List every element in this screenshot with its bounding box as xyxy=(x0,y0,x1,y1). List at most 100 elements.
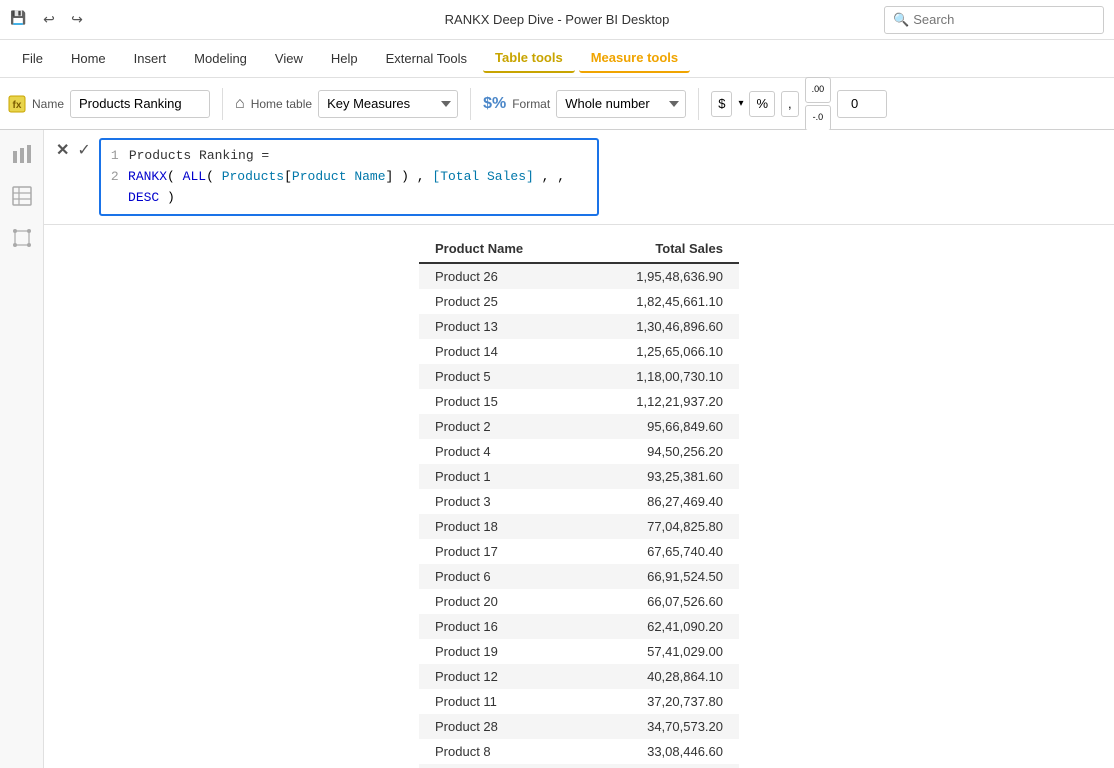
name-group: fx Name xyxy=(8,90,210,118)
line-number-1: 1 xyxy=(111,146,123,167)
formula-line-2: 2 RANKX( ALL( Products[Product Name] ) ,… xyxy=(111,167,587,209)
format-select[interactable]: Whole number Decimal number Currency Per… xyxy=(556,90,686,118)
format-icon: $% xyxy=(483,95,506,113)
col-product-name: Product Name xyxy=(419,235,580,263)
increase-decimal-button[interactable]: .00 xyxy=(805,77,832,103)
search-box[interactable]: 🔍 xyxy=(884,6,1104,34)
menubar: File Home Insert Modeling View Help Exte… xyxy=(0,40,1114,78)
formula-measure-ref: [Total Sales] xyxy=(432,169,533,184)
cell-product-name: Product 13 xyxy=(419,314,580,339)
cell-total-sales: 40,28,864.10 xyxy=(580,664,739,689)
cell-total-sales: 93,25,381.60 xyxy=(580,464,739,489)
cell-product-name: Product 17 xyxy=(419,539,580,564)
table-row: Product 4 94,50,256.20 xyxy=(419,439,739,464)
cell-total-sales: 95,66,849.60 xyxy=(580,414,739,439)
divider-3 xyxy=(698,88,699,120)
sidebar-item-report[interactable] xyxy=(8,140,36,168)
formula-cancel-button[interactable]: ✕ xyxy=(56,140,69,160)
comma-button[interactable]: , xyxy=(781,91,799,117)
cell-total-sales: 66,07,526.60 xyxy=(580,589,739,614)
cell-product-name: Product 14 xyxy=(419,339,580,364)
menu-item-modeling[interactable]: Modeling xyxy=(182,45,259,72)
cell-product-name: Product 11 xyxy=(419,689,580,714)
table-row: Product 17 67,65,740.40 xyxy=(419,539,739,564)
table-row: Product 11 37,20,737.80 xyxy=(419,689,739,714)
line-number-2: 2 xyxy=(111,167,122,209)
cell-total-sales: 33,08,446.60 xyxy=(580,739,739,764)
menu-item-file[interactable]: File xyxy=(10,45,55,72)
percent-button[interactable]: % xyxy=(749,91,775,117)
save-icon[interactable]: 💾 xyxy=(10,10,30,30)
sidebar-item-table[interactable] xyxy=(8,182,36,210)
table-row: Product 26 1,95,48,636.90 xyxy=(419,263,739,289)
table-row: Product 3 86,27,469.40 xyxy=(419,489,739,514)
menu-item-home[interactable]: Home xyxy=(59,45,118,72)
home-table-group: ⌂ Home table Key Measures Products Sales xyxy=(235,90,458,118)
formula-table: Products xyxy=(222,169,284,184)
menu-item-help[interactable]: Help xyxy=(319,45,370,72)
undo-button[interactable]: ↩ xyxy=(38,9,60,31)
cell-product-name: Product 6 xyxy=(419,564,580,589)
cell-product-name: Product 26 xyxy=(419,263,580,289)
table-area: Product Name Total Sales Product 26 1,95… xyxy=(44,225,1114,768)
sidebar-item-model[interactable] xyxy=(8,224,36,252)
model-icon xyxy=(11,227,33,249)
col-total-sales: Total Sales xyxy=(580,235,739,263)
cell-total-sales: 1,25,65,066.10 xyxy=(580,339,739,364)
cell-total-sales: 77,04,825.80 xyxy=(580,514,739,539)
home-table-select[interactable]: Key Measures Products Sales xyxy=(318,90,458,118)
table-row: Product 6 66,91,524.50 xyxy=(419,564,739,589)
formula-confirm-button[interactable]: ✓ xyxy=(77,140,90,160)
cell-product-name: Product 16 xyxy=(419,614,580,639)
cell-product-name: Product 21 xyxy=(419,764,580,768)
menu-item-insert[interactable]: Insert xyxy=(122,45,179,72)
formula-measure-name: Products Ranking = xyxy=(129,146,269,167)
cell-total-sales: 62,41,090.20 xyxy=(580,614,739,639)
menu-item-external-tools[interactable]: External Tools xyxy=(374,45,479,72)
products-table: Product Name Total Sales Product 26 1,95… xyxy=(419,235,739,768)
formula-bar: ✕ ✓ 1 Products Ranking = 2 RANKX( ALL( P… xyxy=(44,130,1114,225)
table-row: Product 28 34,70,573.20 xyxy=(419,714,739,739)
cell-product-name: Product 20 xyxy=(419,589,580,614)
name-input[interactable] xyxy=(70,90,210,118)
format-label: Format xyxy=(512,97,550,111)
cell-total-sales: 57,41,029.00 xyxy=(580,639,739,664)
formula-editor[interactable]: 1 Products Ranking = 2 RANKX( ALL( Produ… xyxy=(99,138,599,216)
menu-item-measure-tools[interactable]: Measure tools xyxy=(579,44,690,73)
table-row: Product 16 62,41,090.20 xyxy=(419,614,739,639)
cell-total-sales: 1,12,21,937.20 xyxy=(580,389,739,414)
table-row: Product 19 57,41,029.00 xyxy=(419,639,739,664)
menu-item-table-tools[interactable]: Table tools xyxy=(483,44,575,73)
cell-total-sales: 67,65,740.40 xyxy=(580,539,739,564)
menu-item-view[interactable]: View xyxy=(263,45,315,72)
cell-product-name: Product 8 xyxy=(419,739,580,764)
cell-product-name: Product 12 xyxy=(419,664,580,689)
table-row: Product 8 33,08,446.60 xyxy=(419,739,739,764)
main-content: ✕ ✓ 1 Products Ranking = 2 RANKX( ALL( P… xyxy=(44,130,1114,768)
cell-total-sales: 1,82,45,661.10 xyxy=(580,289,739,314)
cell-total-sales: 1,95,48,636.90 xyxy=(580,263,739,289)
formula-all: ALL xyxy=(183,169,206,184)
redo-button[interactable]: ↪ xyxy=(66,9,88,31)
chevron-down-icon[interactable]: ▾ xyxy=(738,98,743,109)
formula-field: Product Name xyxy=(292,169,386,184)
currency-group: $ ▾ % , .00 -.0 xyxy=(711,77,887,131)
cell-product-name: Product 3 xyxy=(419,489,580,514)
divider-2 xyxy=(470,88,471,120)
table-row: Product 21 32,07,812.60 xyxy=(419,764,739,768)
cell-product-name: Product 28 xyxy=(419,714,580,739)
table-body: Product 26 1,95,48,636.90 Product 25 1,8… xyxy=(419,263,739,768)
decimal-places-input[interactable] xyxy=(837,90,887,118)
formula-rankx: RANKX xyxy=(128,169,167,184)
search-input[interactable] xyxy=(913,12,1095,27)
cell-total-sales: 32,07,812.60 xyxy=(580,764,739,768)
titlebar: 💾 ↩ ↪ RANKX Deep Dive - Power BI Desktop… xyxy=(0,0,1114,40)
table-row: Product 1 93,25,381.60 xyxy=(419,464,739,489)
report-icon xyxy=(11,143,33,165)
table-row: Product 5 1,18,00,730.10 xyxy=(419,364,739,389)
table-row: Product 12 40,28,864.10 xyxy=(419,664,739,689)
dollar-button[interactable]: $ xyxy=(711,91,732,117)
formula-body: RANKX( ALL( Products[Product Name] ) , [… xyxy=(128,167,587,209)
decrease-decimal-button[interactable]: -.0 xyxy=(805,105,832,131)
table-row: Product 25 1,82,45,661.10 xyxy=(419,289,739,314)
